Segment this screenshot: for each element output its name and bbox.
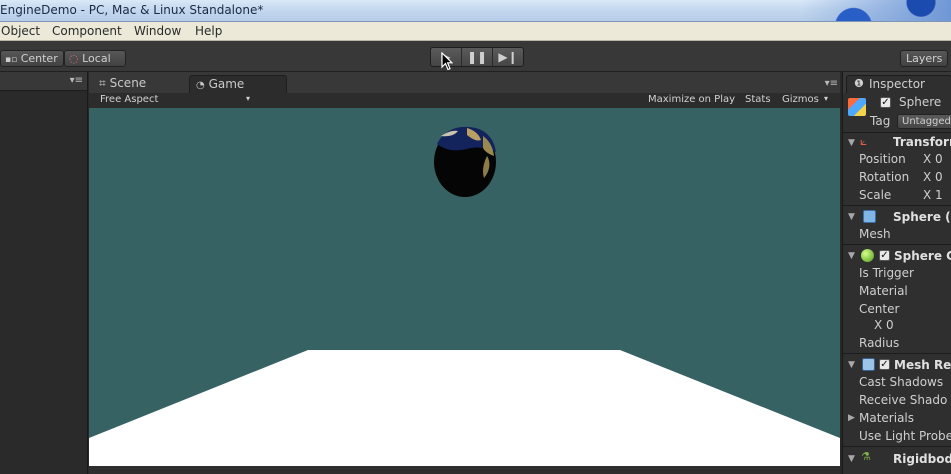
- stats-toggle[interactable]: Stats: [745, 94, 771, 105]
- space-label: Local: [82, 52, 111, 65]
- scale-x-field[interactable]: X 1: [923, 188, 951, 202]
- rigidbody-foldout-icon[interactable]: ▼: [848, 454, 855, 464]
- menu-window[interactable]: Window: [134, 24, 181, 38]
- pivot-icon: ▪▫: [5, 55, 18, 65]
- window-title-bar: EngineDemo - PC, Mac & Linux Standalone*: [0, 0, 951, 22]
- mesh-filter-icon: [863, 210, 876, 223]
- step-icon: ▶❙: [498, 50, 518, 64]
- sphere-collider-title: Sphere C: [894, 249, 951, 263]
- separator: [843, 353, 951, 354]
- floor-plane: [89, 350, 840, 466]
- title-bar-decoration: [801, 0, 951, 21]
- aspect-dropdown[interactable]: Free Aspect: [100, 94, 158, 105]
- panel-menu-icon[interactable]: ▾≡: [70, 75, 83, 86]
- window-title: EngineDemo - PC, Mac & Linux Standalone*: [0, 3, 264, 17]
- pause-icon: ❚❚: [466, 50, 488, 64]
- tab-game[interactable]: ◔ Game: [189, 75, 287, 93]
- mesh-filter-foldout-icon[interactable]: ▼: [848, 212, 855, 222]
- radius-label: Radius: [859, 336, 900, 350]
- gameobject-icon: [848, 98, 866, 116]
- sphere-object: [434, 126, 496, 197]
- tab-scene-label: Scene: [109, 76, 147, 90]
- game-view[interactable]: [89, 108, 840, 466]
- tab-inspector[interactable]: ❶ Inspector: [846, 75, 951, 93]
- tab-game-label: Game: [208, 77, 245, 91]
- gizmos-dropdown[interactable]: Gizmos: [782, 94, 819, 105]
- mesh-renderer-icon: [862, 358, 875, 371]
- inspector-panel: ❶ Inspector ✓ Sphere Tag Untagged ▼ ⟀ Tr…: [842, 72, 951, 474]
- maximize-on-play-toggle[interactable]: Maximize on Play: [648, 94, 735, 105]
- rigidbody-icon: ⚗: [861, 450, 871, 463]
- mesh-renderer-title: Mesh Re: [894, 358, 951, 372]
- material-label: Material: [859, 284, 908, 298]
- object-name-field[interactable]: Sphere: [899, 95, 951, 109]
- local-space-icon: ◌: [69, 52, 79, 65]
- menu-object[interactable]: Object: [1, 24, 40, 38]
- pivot-label: Center: [20, 52, 58, 65]
- toolbar: ▪▫ Center ◌ Local ▶ ❚❚ ▶❙ Layers: [0, 41, 951, 72]
- hierarchy-header: ▾≡: [0, 72, 87, 91]
- transform-icon: ⟀: [860, 134, 868, 148]
- tag-dropdown[interactable]: Untagged: [897, 114, 951, 129]
- separator: [843, 205, 951, 206]
- menu-bar: Object Component Window Help: [0, 22, 951, 41]
- hierarchy-panel: ▾≡: [0, 72, 88, 474]
- aspect-dropdown-arrow-icon: ▾: [246, 94, 251, 103]
- game-view-toolbar: Free Aspect ▾ Maximize on Play Stats Giz…: [89, 93, 840, 108]
- tab-menu-icon[interactable]: ▾≡: [825, 78, 838, 89]
- center-label: Center: [859, 302, 900, 316]
- position-x-field[interactable]: X 0: [923, 152, 951, 166]
- layers-dropdown[interactable]: Layers: [900, 50, 948, 67]
- game-view-bottom-edge: [89, 466, 840, 474]
- scene-icon: ⌗: [99, 76, 106, 90]
- rigidbody-title: Rigidbod: [893, 452, 951, 466]
- object-active-checkbox[interactable]: ✓: [880, 97, 891, 108]
- renderer-enabled-checkbox[interactable]: ✓: [879, 359, 890, 370]
- separator: [843, 244, 951, 245]
- mesh-label: Mesh: [859, 227, 891, 241]
- mouse-cursor-icon: [441, 52, 453, 71]
- step-button[interactable]: ▶❙: [493, 48, 523, 66]
- collider-foldout-icon[interactable]: ▼: [848, 251, 855, 261]
- cast-shadows-label: Cast Shadows: [859, 375, 944, 389]
- mesh-filter-title: Sphere (: [893, 210, 951, 224]
- materials-foldout-icon[interactable]: ▶: [848, 413, 855, 423]
- receive-shadows-label: Receive Shado: [859, 393, 948, 407]
- pivot-center-button[interactable]: ▪▫ Center: [0, 50, 64, 67]
- game-scene: [89, 126, 840, 466]
- game-icon: ◔: [196, 80, 205, 91]
- collider-enabled-checkbox[interactable]: ✓: [879, 250, 890, 261]
- rotation-x-field[interactable]: X 0: [923, 170, 951, 184]
- menu-component[interactable]: Component: [52, 24, 122, 38]
- menu-help[interactable]: Help: [195, 24, 222, 38]
- info-icon: ❶: [854, 77, 864, 90]
- use-light-probes-label: Use Light Probe: [859, 429, 951, 443]
- pause-button[interactable]: ❚❚: [462, 48, 493, 66]
- layers-label: Layers: [906, 52, 943, 65]
- tab-scene[interactable]: ⌗ Scene: [93, 75, 185, 93]
- inspector-header: ❶ Inspector: [843, 72, 951, 93]
- separator: [843, 132, 951, 133]
- sphere-collider-icon: [861, 249, 874, 262]
- materials-label: Materials: [859, 411, 915, 425]
- mesh-renderer-foldout-icon[interactable]: ▼: [848, 360, 855, 370]
- center-x-field[interactable]: X 0: [874, 318, 951, 332]
- tab-inspector-label: Inspector: [869, 77, 925, 91]
- transform-foldout-icon[interactable]: ▼: [848, 138, 855, 148]
- transform-title: Transform: [893, 135, 951, 149]
- gizmos-dropdown-arrow-icon: ▾: [824, 94, 829, 103]
- is-trigger-label: Is Trigger: [859, 266, 914, 280]
- space-local-button[interactable]: ◌ Local: [64, 50, 126, 67]
- view-tab-row: ⌗ Scene ◔ Game ▾≡: [89, 72, 840, 93]
- separator: [843, 446, 951, 447]
